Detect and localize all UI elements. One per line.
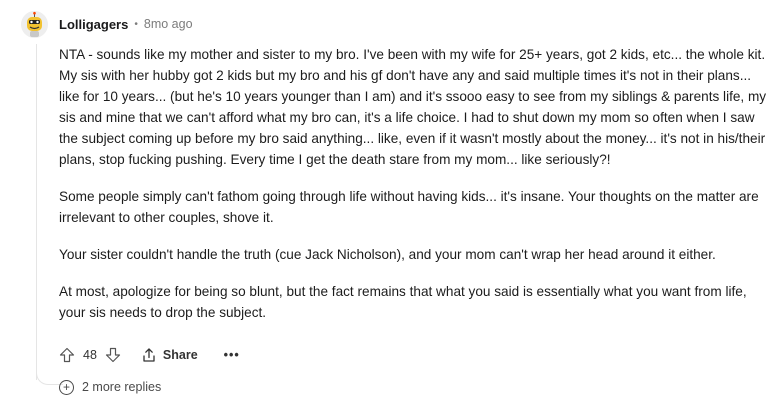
plus-circle-icon: +: [59, 379, 74, 395]
user-avatar[interactable]: [21, 11, 48, 38]
meta-separator: •: [134, 18, 138, 30]
comment-body: NTA - sounds like my mother and sister t…: [59, 44, 769, 339]
downvote-arrow-icon: [105, 347, 121, 363]
snoo-avatar-icon: [21, 11, 48, 38]
comment-paragraph: Your sister couldn't handle the truth (c…: [59, 247, 716, 262]
vote-count: 48: [83, 348, 97, 362]
comment-paragraph: Some people simply can't fathom going th…: [59, 189, 759, 225]
share-icon: [143, 348, 155, 362]
upvote-arrow-icon: [59, 347, 75, 363]
comment-timestamp[interactable]: 8mo ago: [144, 17, 193, 31]
share-label: Share: [162, 348, 198, 362]
more-replies-button[interactable]: + 2 more replies: [59, 378, 161, 396]
thread-line[interactable]: [36, 44, 37, 380]
comment-action-bar: 48 Share •••: [59, 344, 240, 366]
comment-header: Lolligagers • 8mo ago: [59, 14, 193, 34]
comment-author[interactable]: Lolligagers: [59, 17, 128, 32]
more-options-button[interactable]: •••: [224, 349, 240, 362]
comment-paragraph: NTA - sounds like my mother and sister t…: [59, 47, 767, 167]
more-replies-label: 2 more replies: [82, 380, 162, 394]
upvote-button[interactable]: [59, 347, 75, 363]
comment-paragraph: At most, apologize for being so blunt, b…: [59, 284, 747, 320]
share-button[interactable]: Share: [141, 347, 198, 363]
downvote-button[interactable]: [105, 347, 121, 363]
